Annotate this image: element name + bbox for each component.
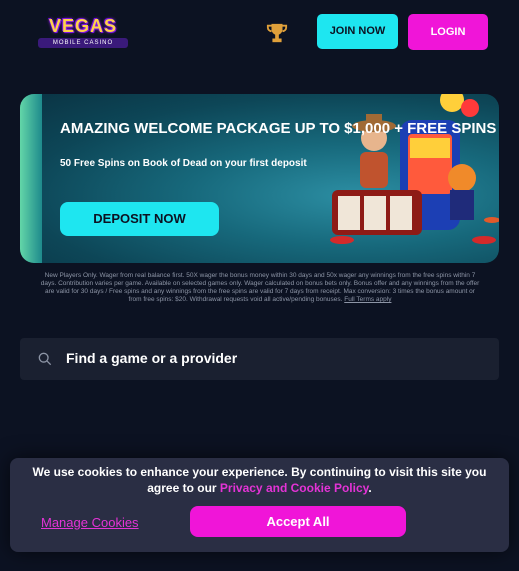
privacy-policy-link[interactable]: Privacy and Cookie Policy [220,481,369,495]
logo-subtitle: MOBILE CASINO [38,38,128,48]
accept-all-button[interactable]: Accept All [190,506,406,537]
terms-body: New Players Only. Wager from real balanc… [40,272,480,303]
search-bar[interactable]: Find a game or a provider [20,338,499,380]
banner-title: AMAZING WELCOME PACKAGE UP TO $1,000 + F… [60,120,497,137]
logo-wordmark: VEGAS [48,16,118,36]
trophy-icon[interactable] [266,22,288,44]
vegas-logo[interactable]: VEGAS MOBILE CASINO [30,14,136,48]
full-terms-link[interactable]: Full Terms apply [344,296,391,303]
join-now-button[interactable]: JOIN NOW [317,14,398,49]
deposit-now-button[interactable]: DEPOSIT NOW [60,202,219,236]
terms-text: New Players Only. Wager from real balanc… [40,272,480,304]
banner-subtitle: 50 Free Spins on Book of Dead on your fi… [60,158,307,169]
welcome-banner[interactable]: AMAZING WELCOME PACKAGE UP TO $1,000 + F… [20,94,499,263]
search-input[interactable]: Find a game or a provider [66,350,237,366]
site-header: VEGAS MOBILE CASINO JOIN NOW LOGIN [0,0,519,64]
cookie-message-end: . [368,481,372,495]
manage-cookies-link[interactable]: Manage Cookies [41,515,139,530]
search-icon [38,352,52,366]
cookie-message: We use cookies to enhance your experienc… [22,464,497,496]
cookie-banner: We use cookies to enhance your experienc… [10,458,509,552]
login-button[interactable]: LOGIN [408,14,488,50]
